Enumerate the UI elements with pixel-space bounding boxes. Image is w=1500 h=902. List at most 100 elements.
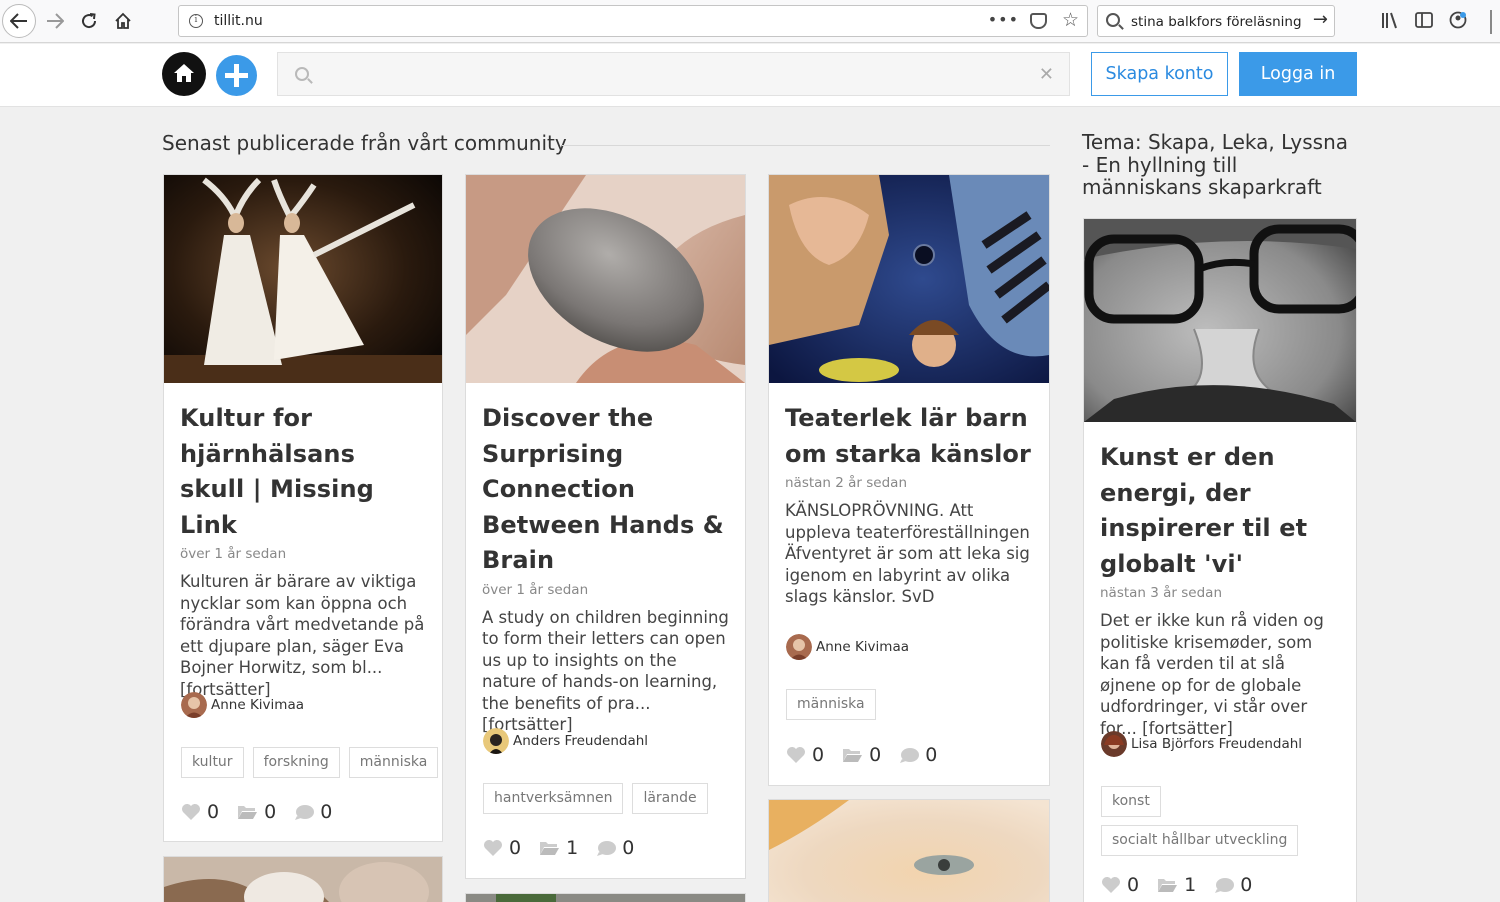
post-time: över 1 år sedan (180, 546, 287, 562)
home-icon (174, 64, 194, 82)
tag[interactable]: människa (348, 747, 439, 778)
site-search-input[interactable]: ✕ (277, 52, 1070, 96)
post-time: nästan 2 år sedan (785, 475, 908, 491)
address-bar[interactable]: i tillit.nu ••• ☆ (178, 5, 1088, 37)
like-stat[interactable]: 0 (1101, 874, 1139, 896)
post-image[interactable] (466, 175, 745, 383)
like-stat[interactable]: 0 (483, 837, 521, 859)
post-image[interactable] (769, 175, 1049, 383)
heart-icon (484, 840, 502, 856)
reload-button[interactable] (72, 4, 106, 38)
like-count: 0 (207, 801, 220, 823)
tag[interactable]: socialt hållbar utveckling (1101, 825, 1299, 856)
post-image[interactable] (466, 894, 745, 902)
collection-count: 1 (1184, 874, 1197, 896)
add-post-button[interactable] (216, 55, 257, 96)
post-image[interactable] (1084, 219, 1356, 422)
post-image[interactable] (164, 175, 442, 383)
comment-icon (295, 804, 315, 820)
arrow-right-icon (47, 13, 64, 29)
comment-count: 0 (320, 801, 333, 823)
author-name: Lisa Björfors Freudendahl (1131, 736, 1303, 752)
info-icon[interactable]: i (189, 14, 203, 28)
post-author[interactable]: Anne Kivimaa (786, 634, 909, 660)
post-title[interactable]: Discover the Surprising Connection Betwe… (482, 401, 729, 579)
search-icon (1106, 13, 1120, 27)
tag[interactable]: konst (1101, 786, 1161, 817)
comment-stat[interactable]: 0 (1214, 874, 1252, 896)
collection-stat[interactable]: 0 (842, 744, 881, 766)
post-excerpt[interactable]: A study on children beginning to form th… (482, 607, 729, 736)
comment-icon (900, 747, 920, 763)
clear-search-icon[interactable]: ✕ (1039, 64, 1054, 85)
tag-list: hantverksämnen lärande (483, 783, 708, 814)
post-time: nästan 3 år sedan (1100, 585, 1223, 601)
post-excerpt[interactable]: Det er ikke kun rå viden og politiske kr… (1100, 610, 1340, 739)
comment-stat[interactable]: 0 (294, 801, 332, 823)
like-stat[interactable]: 0 (181, 801, 219, 823)
collection-stat[interactable]: 1 (1157, 874, 1196, 896)
like-count: 0 (509, 837, 522, 859)
post-title[interactable]: Kunst er den energi, der inspirerer til … (1100, 440, 1340, 582)
collection-stat[interactable]: 1 (539, 837, 578, 859)
account-icon[interactable] (1449, 11, 1467, 29)
divider (562, 145, 1050, 146)
browser-search-query: stina balkfors föreläsning (1131, 14, 1302, 30)
post-body: Teaterlek lär barn om starka känslor näs… (785, 401, 1033, 608)
back-button[interactable] (2, 4, 36, 38)
avatar (483, 728, 509, 754)
page-actions-icon[interactable]: ••• (988, 10, 1019, 29)
search-go-icon[interactable]: → (1313, 9, 1328, 30)
post-stats: 0 1 0 (483, 837, 652, 859)
avatar (786, 634, 812, 660)
folder-icon (540, 842, 560, 855)
post-card[interactable] (465, 893, 746, 902)
theme-post-card[interactable]: Kunst er den energi, der inspirerer til … (1083, 218, 1357, 902)
heart-icon (182, 804, 200, 820)
post-author[interactable]: Anders Freudendahl (483, 728, 648, 754)
arrow-left-icon (10, 13, 27, 29)
post-card[interactable] (768, 799, 1050, 902)
reload-icon (82, 13, 97, 29)
library-icon[interactable] (1381, 12, 1399, 29)
post-author[interactable]: Lisa Björfors Freudendahl (1101, 731, 1302, 757)
folder-icon (238, 806, 258, 819)
comment-icon (597, 840, 617, 856)
collection-stat[interactable]: 0 (237, 801, 276, 823)
create-account-button[interactable]: Skapa konto (1091, 52, 1228, 96)
browser-home-button[interactable] (106, 4, 140, 38)
browser-search-bar[interactable]: stina balkfors föreläsning → (1097, 5, 1335, 37)
comment-count: 0 (1240, 874, 1253, 896)
post-excerpt[interactable]: Kulturen är bärare av viktiga nycklar so… (180, 571, 426, 700)
post-title[interactable]: Kultur for hjärnhälsans skull | Missing … (180, 401, 426, 543)
post-excerpt[interactable]: KÄNSLOPRÖVNING. Att uppleva teaterförest… (785, 500, 1033, 608)
tag[interactable]: forskning (252, 747, 340, 778)
forward-button[interactable] (38, 4, 72, 38)
theme-title[interactable]: Tema: Skapa, Leka, Lyssna - En hyllning … (1082, 131, 1357, 199)
site-home-button[interactable] (162, 52, 206, 96)
tag[interactable]: människa (786, 689, 876, 720)
like-stat[interactable]: 0 (786, 744, 824, 766)
menu-edge[interactable] (1490, 10, 1500, 34)
post-card[interactable]: Teaterlek lär barn om starka känslor näs… (768, 174, 1050, 786)
post-image[interactable] (164, 857, 442, 902)
tag[interactable]: hantverksämnen (483, 783, 624, 814)
pocket-icon[interactable] (1030, 13, 1047, 29)
login-button[interactable]: Logga in (1239, 52, 1357, 96)
post-author[interactable]: Anne Kivimaa (181, 692, 304, 718)
post-card[interactable]: Kultur for hjärnhälsans skull | Missing … (163, 174, 443, 842)
post-body: Kunst er den energi, der inspirerer til … (1100, 440, 1340, 739)
bookmark-star-icon[interactable]: ☆ (1062, 9, 1079, 31)
comment-count: 0 (925, 744, 938, 766)
comment-stat[interactable]: 0 (899, 744, 937, 766)
comment-stat[interactable]: 0 (596, 837, 634, 859)
tag[interactable]: kultur (181, 747, 244, 778)
like-count: 0 (1127, 874, 1140, 896)
tag[interactable]: lärande (632, 783, 708, 814)
sidebar-icon[interactable] (1415, 12, 1433, 28)
post-card[interactable]: Discover the Surprising Connection Betwe… (465, 174, 746, 879)
avatar (181, 692, 207, 718)
post-image[interactable] (769, 800, 1049, 902)
post-title[interactable]: Teaterlek lär barn om starka känslor (785, 401, 1033, 472)
post-card[interactable] (163, 856, 443, 902)
